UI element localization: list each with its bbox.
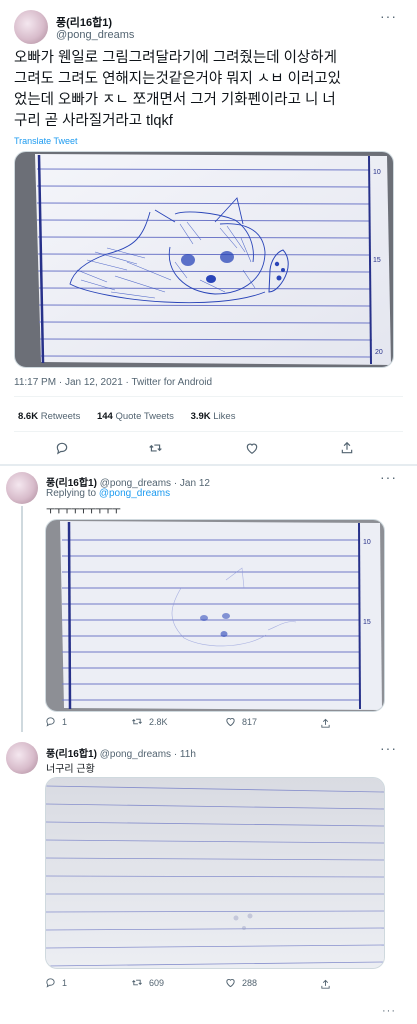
tweet-header: 풍(리16합1) @pong_dreams · Jan 12 [46,474,210,489]
page-number: 15 [373,257,381,264]
tweet-image[interactable]: 10 15 [45,519,385,712]
reply-count: 1 [62,977,68,988]
notebook-page-blank [46,778,384,968]
quotes-count: 144 [96,411,113,422]
tweet-text: ㅜㅜㅜㅜㅜㅜㅜㅜㅜ [46,506,121,517]
retweet-count: 2.8K [149,716,168,727]
reply-count: 1 [62,716,68,727]
notebook-drawing-faded-raccoon: 10 15 [60,521,382,710]
more-icon[interactable]: ··· [382,1005,396,1017]
tweet-image[interactable]: 10 15 20 [14,151,394,368]
tweet-text-line: 었는데 오빠가 ㅈㄴ 쪼개면서 그거 기화펜이라고 니 너 [14,92,336,108]
divider [14,396,403,397]
quotes-stat[interactable]: 144 Quote Tweets [97,411,174,422]
reply-icon[interactable] [55,441,69,460]
translate-tweet-link[interactable]: Translate Tweet [14,136,78,146]
tweet-text: 너구리 근황 [46,764,95,775]
likes-stat[interactable]: 3.9K Likes [191,411,236,422]
retweet-action[interactable]: 2.8K [131,716,168,727]
author-handle[interactable]: @pong_dreams [56,29,134,41]
tweet-text-line: 오빠가 웬일로 그림그려달라기에 그려줬는데 이상하게 [14,50,337,66]
more-icon[interactable]: ··· [380,740,397,756]
reply-icon [46,978,55,988]
share-icon[interactable] [340,441,354,460]
tweet-text-line: 그려도 그려도 연해지는것같은거야 뭐지 ㅅㅂ 이러고있 [14,71,341,87]
likes-count: 3.9K [190,411,211,422]
avatar[interactable] [6,472,38,504]
notebook-drawing-raccoon: 10 15 20 [35,154,391,365]
like-icon [226,717,235,727]
replying-handle[interactable]: @pong_dreams [99,488,170,499]
reply-icon [46,717,55,727]
retweets-count: 8.6K [18,411,39,422]
retweet-icon[interactable] [148,441,163,460]
avatar[interactable] [14,10,48,44]
reply-action[interactable]: 1 [45,716,67,727]
share-icon[interactable] [320,977,331,995]
like-icon[interactable] [245,441,259,460]
tweet-time[interactable]: · Jan 12 [174,478,210,489]
retweet-count: 609 [149,977,165,988]
author-handle[interactable]: @pong_dreams [100,749,171,760]
like-action[interactable]: 288 [225,977,257,988]
retweet-icon [132,718,142,725]
more-icon[interactable]: ··· [380,8,397,24]
author-name[interactable]: 풍(리16합1) [46,749,97,760]
reply-action[interactable]: 1 [45,977,67,988]
page-number: 15 [363,619,371,626]
thread-line [21,506,23,732]
author-name[interactable]: 풍(리16합1) [56,14,112,30]
tweet-stats: 8.6K Retweets 144 Quote Tweets 3.9K Like… [18,411,235,422]
section-divider [0,464,417,466]
page-number: 20 [375,349,383,356]
replying-to: Replying to @pong_dreams [46,488,170,499]
divider [14,431,403,432]
tweet-image[interactable] [45,777,385,969]
retweets-label: Retweets [40,411,81,422]
tweet-text: 오빠가 웬일로 그림그려달라기에 그려줬는데 이상하게 그려도 그려도 연해지는… [14,48,406,132]
page-number: 10 [363,539,371,546]
more-icon[interactable]: ··· [380,469,397,485]
retweets-stat[interactable]: 8.6K Retweets [18,411,80,422]
avatar[interactable] [6,742,38,774]
tweet-time[interactable]: · 11h [174,749,196,760]
likes-label: Likes [213,411,236,422]
tweet-text-line: 구리 곧 사라질거라고 tlqkf [14,113,173,129]
retweet-icon [132,979,142,986]
page-number: 10 [373,169,381,176]
retweet-action[interactable]: 609 [131,977,164,988]
like-count: 817 [242,716,258,727]
like-icon [226,978,235,988]
quotes-label: Quote Tweets [115,411,174,422]
tweet-header: 풍(리16합1) @pong_dreams · 11h [46,745,196,760]
like-count: 288 [242,977,258,988]
tweet-timestamp[interactable]: 11:17 PM · Jan 12, 2021 · Twitter for An… [14,377,212,388]
replying-prefix: Replying to [46,488,97,499]
share-icon[interactable] [320,716,331,734]
like-action[interactable]: 817 [225,716,257,727]
